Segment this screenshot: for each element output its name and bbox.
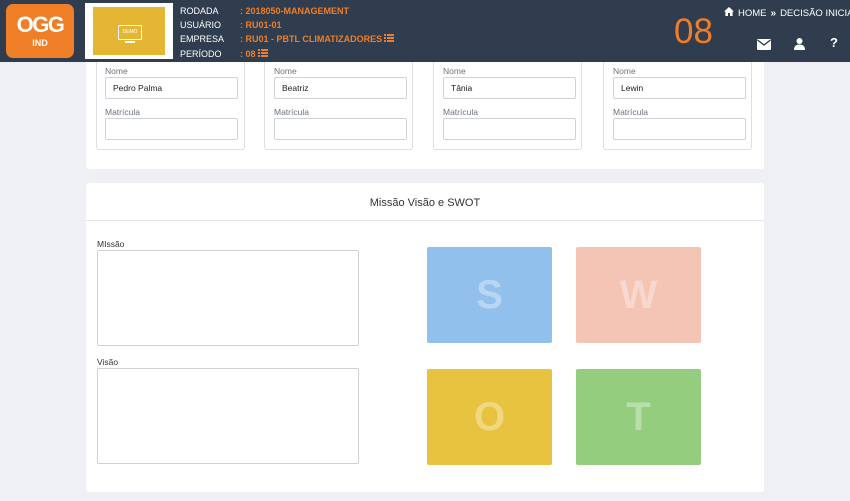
id-field[interactable] (105, 118, 238, 140)
tile-letter: W (619, 272, 658, 317)
question-icon[interactable]: ? (830, 35, 838, 50)
name-label: Nome (443, 66, 466, 76)
logo-text: OGG (16, 12, 65, 37)
breadcrumb-separator-icon: » (770, 7, 777, 19)
name-label: Nome (613, 66, 636, 76)
breadcrumb-home[interactable]: HOME (738, 8, 767, 19)
id-field[interactable] (274, 118, 407, 140)
name-field[interactable]: Lewin (613, 77, 746, 99)
user-icon[interactable] (794, 37, 805, 55)
swot-threats-tile[interactable]: T (576, 369, 701, 465)
logo-subtext: IND (32, 38, 48, 48)
session-info: RODADA : 2018050-MANAGEMENT USUÁRIO : RU… (180, 4, 395, 61)
breadcrumb-current: DECISÃO INICIAL (780, 7, 850, 19)
info-value: : 2018050-MANAGEMENT (240, 6, 350, 16)
home-icon[interactable] (724, 7, 734, 19)
mission-label: MIssão (97, 239, 125, 249)
swot-weaknesses-tile[interactable]: W (576, 247, 701, 343)
monitor-stand-icon (125, 41, 135, 43)
id-label: Matrícula (443, 107, 478, 117)
section-title: Missão Visão e SWOT (86, 183, 764, 221)
info-row-usuario: USUÁRIO : RU01-01 (180, 18, 394, 32)
id-field[interactable] (613, 118, 746, 140)
info-value: : RU01 - PBTL CLIMATIZADORES (240, 34, 383, 45)
info-key: PERÍODO (180, 48, 222, 59)
info-row-empresa: EMPRESA : RU01 - PBTL CLIMATIZADORES (180, 32, 395, 46)
member-card: Nome Pedro Palma Matrícula (96, 62, 245, 150)
member-card: Nome Lewin Matrícula (603, 62, 752, 150)
list-icon[interactable] (384, 32, 395, 46)
info-row-rodada: RODADA : 2018050-MANAGEMENT (180, 4, 394, 18)
info-key: USUÁRIO (180, 20, 222, 31)
team-panel: Nome Pedro Palma Matrícula Nome Beatriz … (86, 62, 764, 169)
breadcrumb: HOME » DECISÃO INICIAL (724, 7, 850, 19)
swot-strengths-tile[interactable]: S (427, 247, 552, 343)
id-field[interactable] (443, 118, 576, 140)
swot-panel: Missão Visão e SWOT MIssão Visão S W O T (86, 183, 764, 492)
vision-label: Visão (97, 357, 119, 367)
ogg-logo[interactable]: OGG IND (6, 4, 74, 58)
name-field[interactable]: Pedro Palma (105, 77, 238, 99)
demo-badge-background: DEMO (93, 7, 165, 55)
info-key: EMPRESA (180, 34, 225, 45)
id-label: Matrícula (613, 107, 648, 117)
info-key: RODADA (180, 6, 219, 16)
demo-badge-label: DEMO (122, 29, 138, 35)
envelope-icon[interactable] (757, 37, 771, 55)
info-row-periodo: PERÍODO : 08 (180, 47, 394, 61)
name-label: Nome (274, 66, 297, 76)
mission-textarea[interactable] (97, 250, 359, 346)
vision-textarea[interactable] (97, 368, 359, 464)
monitor-icon: DEMO (118, 25, 142, 40)
info-value: : 08 (240, 48, 256, 59)
id-label: Matrícula (274, 107, 309, 117)
current-period-number: 08 (674, 12, 713, 51)
tile-letter: T (626, 394, 651, 439)
name-field[interactable]: Tânia (443, 77, 576, 99)
swot-opportunities-tile[interactable]: O (427, 369, 552, 465)
id-label: Matrícula (105, 107, 140, 117)
demo-badge: DEMO (85, 3, 173, 59)
tile-letter: O (473, 394, 506, 439)
name-label: Nome (105, 66, 128, 76)
top-bar: OGG IND DEMO RODADA : 2018050-MANAGEMENT… (0, 0, 850, 62)
name-field[interactable]: Beatriz (274, 77, 407, 99)
tile-letter: S (476, 272, 503, 317)
member-card: Nome Tânia Matrícula (433, 62, 582, 150)
member-card: Nome Beatriz Matrícula (264, 62, 413, 150)
info-value: : RU01-01 (240, 20, 282, 31)
list-icon[interactable] (257, 47, 268, 61)
